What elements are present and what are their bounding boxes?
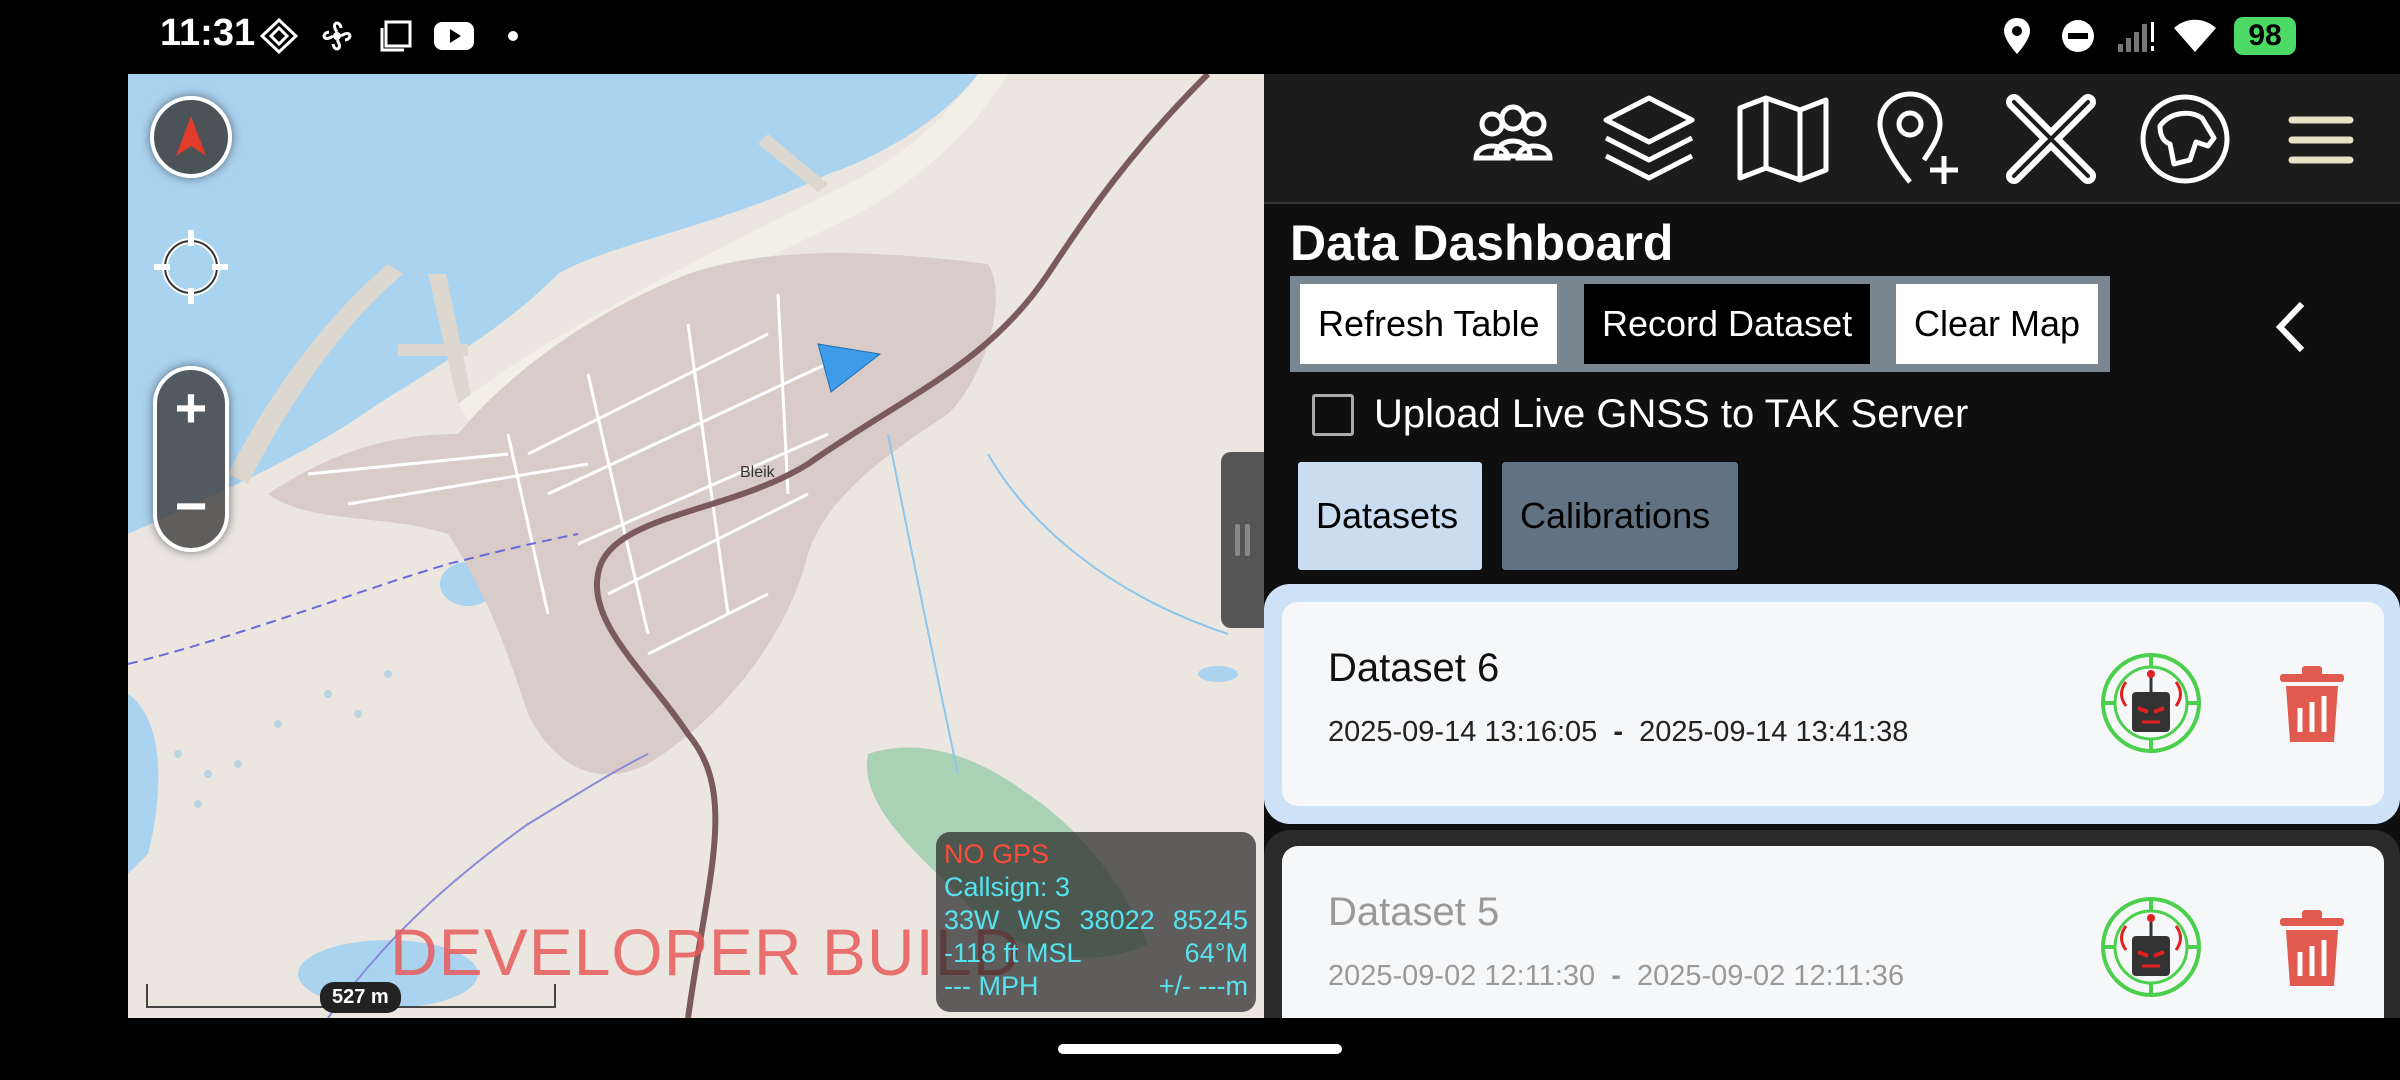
data-dashboard-panel: Data Dashboard Refresh Table Record Data… <box>1264 74 2400 1018</box>
easting: 38022 <box>1079 905 1155 935</box>
dog-tracker-icon[interactable] <box>2130 84 2240 194</box>
heading: 64°M <box>1184 938 1248 968</box>
battery-icon: 98 <box>2234 17 2296 55</box>
northing: 85245 <box>1172 905 1248 935</box>
top-toolbar <box>1264 74 2400 204</box>
tab-datasets[interactable]: Datasets <box>1298 462 1482 570</box>
clock: 11:31 <box>160 12 256 54</box>
dataset-name: Dataset 6 <box>1328 646 1500 690</box>
status-bar: 11:31 98 <box>0 0 2400 72</box>
list-item[interactable]: Dataset 5 2025-09-02 12:11:30 - 2025-09-… <box>1282 846 2384 1018</box>
accuracy: +/- ---m <box>1158 971 1248 1001</box>
action-bar: Refresh Table Record Dataset Clear Map <box>1290 276 2110 372</box>
record-dataset-button[interactable]: Record Dataset <box>1584 284 1871 364</box>
layers-icon[interactable] <box>1594 84 1704 194</box>
jammer-icon[interactable] <box>2098 650 2204 756</box>
delete-icon[interactable] <box>2276 908 2348 988</box>
mgrs-square: WS <box>1017 905 1062 935</box>
dot-icon <box>508 31 518 41</box>
list-item[interactable]: Dataset 6 2025-09-14 13:16:05 - 2025-09-… <box>1282 602 2384 806</box>
zoom-in-button[interactable]: + <box>157 380 225 436</box>
dataset-list: Dataset 6 2025-09-14 13:16:05 - 2025-09-… <box>1264 584 2400 1018</box>
zoom-control[interactable]: + − <box>153 366 229 552</box>
close-icon[interactable] <box>1996 84 2106 194</box>
clear-map-button[interactable]: Clear Map <box>1896 284 2099 364</box>
gps-status: NO GPS <box>944 839 1050 869</box>
zoom-out-button[interactable]: − <box>157 478 225 534</box>
dataset-item-frame: Dataset 5 2025-09-02 12:11:30 - 2025-09-… <box>1264 830 2400 1018</box>
gesture-nav-bar[interactable] <box>1058 1044 1342 1054</box>
upload-gnss-checkbox[interactable] <box>1312 394 1354 436</box>
compass-button[interactable] <box>150 96 232 178</box>
collapse-panel-button[interactable] <box>2266 292 2316 362</box>
speed: --- MPH <box>944 971 1039 1001</box>
callsign: Callsign: 3 <box>944 872 1071 902</box>
menu-icon[interactable] <box>2264 84 2374 194</box>
location-icon <box>2004 18 2030 54</box>
map-view[interactable]: Bleik + − DEVELOPER BUILD 527 m NO GPS C… <box>128 74 1264 1018</box>
dnd-icon <box>2062 20 2094 52</box>
team-icon[interactable] <box>1458 84 1568 194</box>
chevron-left-icon <box>2275 301 2305 353</box>
altitude: -118 ft MSL <box>944 938 1082 968</box>
scale-label: 527 m <box>320 982 401 1013</box>
signal-icon <box>2118 22 2154 52</box>
mgrs-zone: 33W <box>944 905 1000 935</box>
page-title: Data Dashboard <box>1290 215 1674 271</box>
map-icon[interactable] <box>1728 84 1838 194</box>
refresh-table-button[interactable]: Refresh Table <box>1300 284 1558 364</box>
wifi-icon <box>2174 19 2216 52</box>
panel-resize-handle[interactable] <box>1221 452 1265 628</box>
locate-button[interactable] <box>150 226 232 308</box>
compass-icon <box>176 116 206 156</box>
youtube-icon <box>434 22 474 50</box>
dataset-item-selected-frame: Dataset 6 2025-09-14 13:16:05 - 2025-09-… <box>1264 584 2400 824</box>
developer-build-watermark: DEVELOPER BUILD <box>390 915 1022 989</box>
tab-calibrations[interactable]: Calibrations <box>1502 462 1738 570</box>
dataset-name: Dataset 5 <box>1328 890 1500 934</box>
map-town-label: Bleik <box>740 464 775 481</box>
delete-icon[interactable] <box>2276 664 2348 744</box>
dataset-time-range: 2025-09-02 12:11:30 - 2025-09-02 12:11:3… <box>1328 960 1905 992</box>
jammer-icon[interactable] <box>2098 894 2204 1000</box>
dataset-time-range: 2025-09-14 13:16:05 - 2025-09-14 13:41:3… <box>1328 716 1909 748</box>
diamond-icon <box>260 18 298 54</box>
location-info-panel: NO GPS Callsign: 3 33W WS 38022 85245 -1… <box>936 832 1256 1012</box>
crosshair-icon <box>154 230 228 304</box>
upload-gnss-label: Upload Live GNSS to TAK Server <box>1374 392 1969 436</box>
window-icon <box>380 20 412 52</box>
add-point-icon[interactable] <box>1862 84 1972 194</box>
fan-icon <box>322 21 352 51</box>
